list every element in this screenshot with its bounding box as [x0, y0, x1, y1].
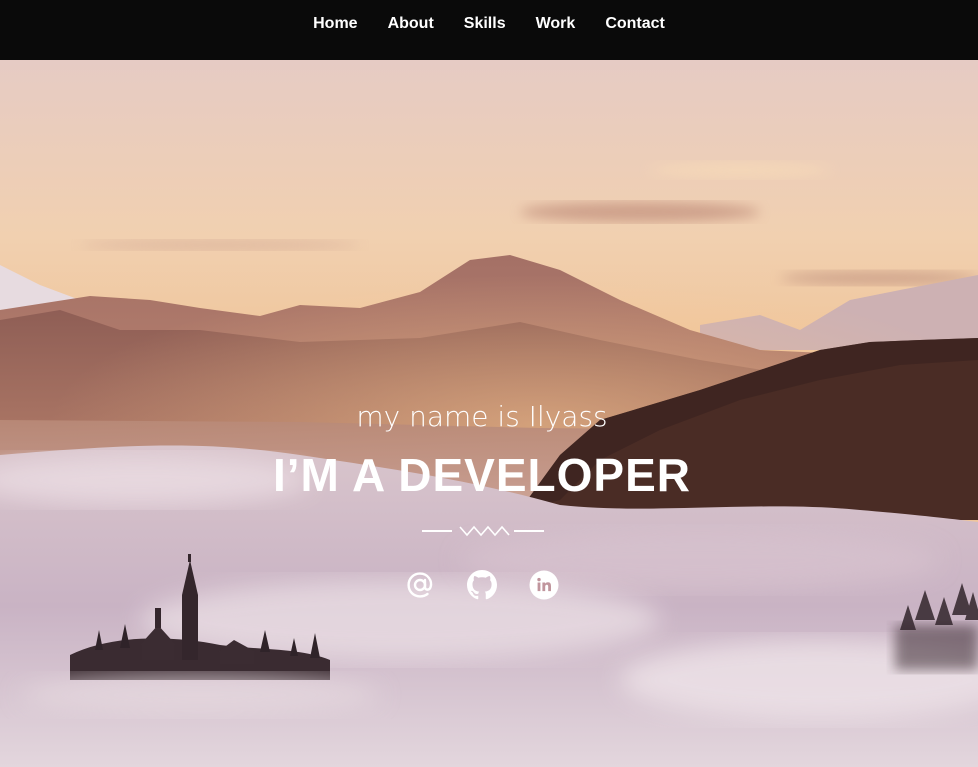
github-icon	[467, 570, 497, 600]
nav-work[interactable]: Work	[536, 15, 576, 33]
github-link[interactable]	[467, 570, 497, 600]
social-links	[0, 570, 964, 600]
intro-text: my name is Ilyass	[356, 400, 608, 433]
nav-skills[interactable]: Skills	[464, 15, 506, 33]
email-link[interactable]	[405, 570, 435, 600]
top-navbar: Home About Skills Work Contact	[0, 0, 978, 60]
hero-section: my name is Ilyass I’M A DEVELOPER	[0, 60, 978, 767]
headline: I’M A DEVELOPER	[273, 449, 691, 501]
at-icon	[407, 572, 433, 598]
nav-home[interactable]: Home	[313, 15, 357, 33]
linkedin-icon	[529, 570, 559, 600]
nav-contact[interactable]: Contact	[605, 15, 665, 33]
linkedin-link[interactable]	[529, 570, 559, 600]
nav-about[interactable]: About	[388, 15, 434, 33]
decorative-divider	[422, 525, 544, 537]
hero-content: my name is Ilyass I’M A DEVELOPER	[0, 60, 978, 767]
